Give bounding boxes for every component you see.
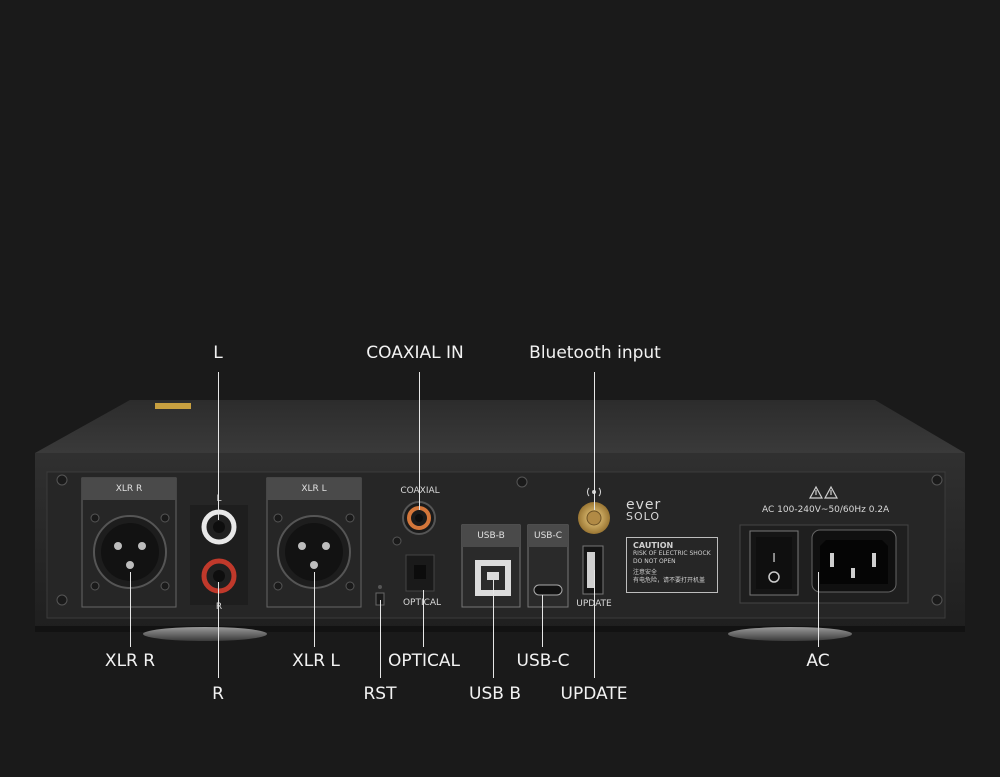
leader-update (594, 570, 595, 678)
callout-r: R (212, 684, 224, 704)
coaxial-label: COAXIAL (392, 486, 448, 496)
callout-bluetooth-input: Bluetooth input (529, 343, 661, 363)
callout-optical: OPTICAL (387, 651, 461, 671)
callout-ac: AC (806, 651, 830, 671)
caution-cn-title: 注意安全 (633, 569, 658, 576)
leader-ac (818, 572, 819, 647)
leader-optical (423, 590, 424, 647)
product-photo: XLR R XLR L USB-B USB-C L R COAXIAL OPTI… (0, 0, 1000, 777)
caution-line2: DO NOT OPEN (633, 558, 676, 565)
power-rating: AC 100-240V~50/60Hz 0.2A (762, 505, 890, 515)
caution-title: CAUTION (633, 541, 674, 550)
leader-coaxial (419, 372, 420, 510)
brand-logo-bottom: SOLO (626, 510, 661, 523)
screw-icon (56, 474, 68, 486)
leader-l (218, 372, 219, 520)
optical-label: OPTICAL (402, 598, 442, 608)
callout-rst: RST (363, 684, 397, 704)
brand-logo: ever SOLO (626, 498, 674, 523)
callout-coaxial-in: COAXIAL IN (366, 343, 464, 363)
rca-r-label: R (213, 602, 225, 612)
leader-usb-c (542, 595, 543, 647)
caution-cn-line: 有电危险，请不要打开机盖 (633, 577, 706, 584)
leader-r (218, 582, 219, 678)
leader-xlr-l (314, 572, 315, 647)
left-foot (143, 627, 267, 641)
usb-c-port-icon (533, 584, 563, 596)
leader-bluetooth (594, 372, 595, 510)
caution-line1: RISK OF ELECTRIC SHOCK (633, 550, 711, 557)
caution-label: CAUTION RISK OF ELECTRIC SHOCK DO NOT OP… (626, 537, 718, 593)
usb-c-tab: USB-C (528, 525, 568, 547)
switch-on-label: I (772, 551, 776, 565)
callout-usb-b: USB B (469, 684, 521, 704)
callout-xlr-r: XLR R (104, 651, 156, 671)
sticker (155, 403, 191, 409)
xlr-l-tab: XLR L (267, 478, 361, 500)
callout-l: L (213, 343, 223, 363)
xlr-r-tab: XLR R (82, 478, 176, 500)
callout-update: UPDATE (560, 684, 628, 704)
rca-l-label: L (213, 494, 225, 504)
usb-b-tab: USB-B (462, 525, 520, 547)
right-foot (728, 627, 852, 641)
leader-xlr-r (130, 572, 131, 647)
leader-usb-b (493, 580, 494, 678)
callout-usb-c: USB-C (516, 651, 570, 671)
leader-rst (380, 600, 381, 678)
callout-xlr-l: XLR L (292, 651, 340, 671)
